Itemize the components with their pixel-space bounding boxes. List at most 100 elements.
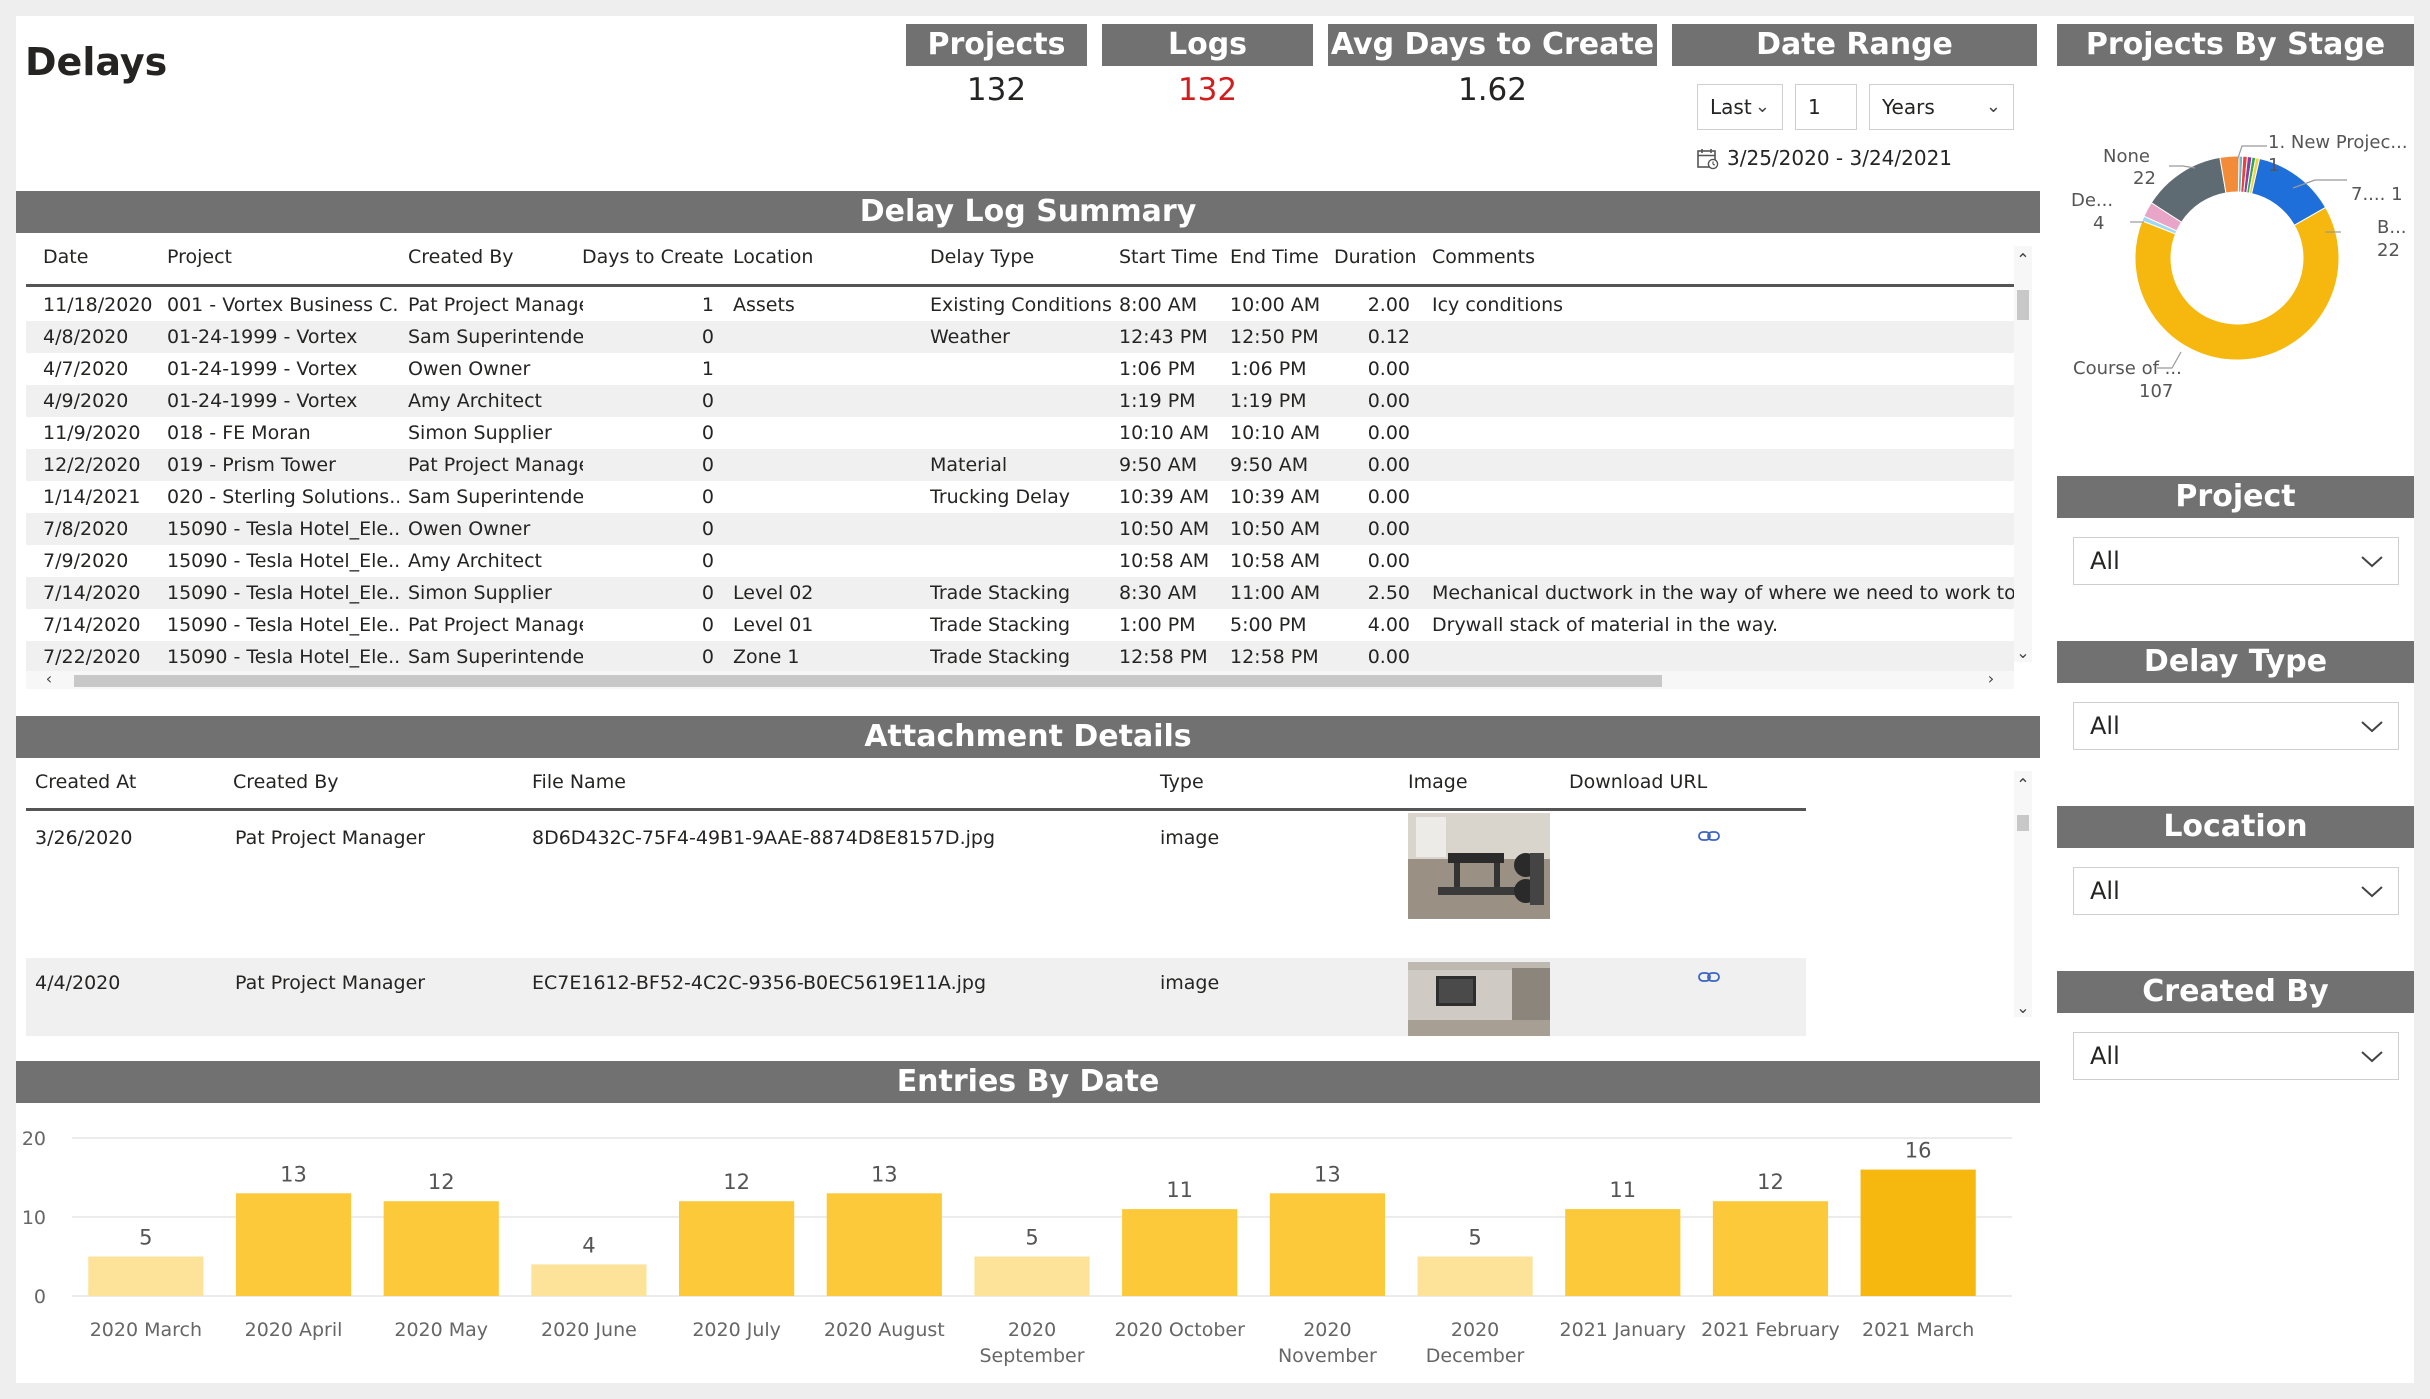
- col-created-at[interactable]: Created At: [35, 771, 136, 793]
- date-range-count-input[interactable]: 1: [1795, 84, 1857, 130]
- scroll-thumb[interactable]: [74, 675, 1662, 687]
- cell-comments: [1432, 641, 2014, 671]
- projects-by-stage-donut[interactable]: 1. New Projec... 1 7.... 1 B... 22 Cours…: [2057, 128, 2417, 418]
- scroll-thumb[interactable]: [2017, 290, 2029, 320]
- bar[interactable]: [383, 1201, 499, 1296]
- room-window-photo[interactable]: [1408, 962, 1550, 1036]
- table-row[interactable]: 7/22/2020 15090 - Tesla Hotel_Ele... Sam S…: [26, 641, 2014, 671]
- bar[interactable]: [531, 1264, 647, 1296]
- cell-duration: 0.00: [1367, 550, 1410, 572]
- created-by-slicer-dropdown[interactable]: All: [2073, 1032, 2399, 1080]
- table-row[interactable]: 12/2/2020 019 - Prism Tower Pat Project Ma…: [26, 449, 2014, 481]
- header-divider: [26, 284, 2014, 287]
- chevron-down-icon: ⌄: [1985, 96, 2001, 117]
- project-slicer-dropdown[interactable]: All: [2073, 537, 2399, 585]
- table-row[interactable]: 7/14/2020 15090 - Tesla Hotel_Ele... Simon…: [26, 577, 2014, 609]
- scroll-down-icon[interactable]: ⌄: [2014, 643, 2032, 662]
- donut-value-b: 22: [2377, 240, 2400, 261]
- bar-data-label: 12: [428, 1170, 455, 1194]
- bar[interactable]: [1712, 1201, 1829, 1296]
- attachments-vertical-scrollbar[interactable]: ⌃ ⌄: [2014, 771, 2032, 1017]
- scroll-up-icon[interactable]: ⌃: [2014, 250, 2032, 269]
- delay-type-slicer-dropdown[interactable]: All: [2073, 702, 2399, 750]
- table-row[interactable]: 7/8/2020 15090 - Tesla Hotel_Ele... Owen O…: [26, 513, 2014, 545]
- bar[interactable]: [1417, 1256, 1533, 1297]
- date-range-unit-dropdown[interactable]: Years ⌄: [1869, 84, 2014, 130]
- gym-room-photo[interactable]: [1408, 813, 1550, 919]
- location-slicer-dropdown[interactable]: All: [2073, 867, 2399, 915]
- col-end-time[interactable]: End Time: [1230, 246, 1319, 268]
- x-tick-label: 2020 November: [1278, 1319, 1377, 1367]
- bar[interactable]: [1860, 1169, 1976, 1296]
- bar[interactable]: [1269, 1193, 1385, 1296]
- scroll-right-icon[interactable]: ›: [1982, 669, 2000, 688]
- kpi-avg-days-value: 1.62: [1457, 72, 1528, 108]
- col-start-time[interactable]: Start Time: [1119, 246, 1218, 268]
- col-type[interactable]: Type: [1160, 771, 1204, 793]
- cell-delay-type: Material: [930, 454, 1008, 476]
- col-duration[interactable]: Duration: [1334, 246, 1417, 268]
- table-row[interactable]: 4/9/2020 01-24-1999 - Vortex Amy Architect…: [26, 385, 2014, 417]
- bar[interactable]: [235, 1193, 352, 1296]
- cell-days: 0: [701, 390, 714, 412]
- col-download-url[interactable]: Download URL: [1569, 771, 1707, 793]
- bar[interactable]: [679, 1201, 795, 1296]
- delay-log-horizontal-scrollbar[interactable]: ‹ ›: [26, 669, 2014, 689]
- scroll-up-icon[interactable]: ⌃: [2014, 775, 2032, 794]
- attachment-row[interactable]: 3/26/2020 Pat Project Manager 8D6D432C-7…: [26, 813, 1806, 958]
- cell-delay-type: Existing Conditions: [930, 294, 1112, 316]
- col-att-created-by[interactable]: Created By: [233, 771, 339, 793]
- col-file-name[interactable]: File Name: [532, 771, 626, 793]
- cell-delay-type: [930, 545, 1116, 577]
- delay-log-table[interactable]: 11/18/2020 001 - Vortex Business C... Pat …: [26, 289, 2014, 671]
- table-row[interactable]: 7/14/2020 15090 - Tesla Hotel_Ele... Pat P…: [26, 609, 2014, 641]
- cell-project: 15090 - Tesla Hotel_Ele...: [167, 614, 399, 636]
- entries-by-date-header: Entries By Date: [16, 1061, 2040, 1103]
- att-type: image: [1160, 827, 1220, 849]
- col-project[interactable]: Project: [167, 246, 232, 268]
- table-row[interactable]: 11/9/2020 018 - FE Moran Simon Supplier 0 10…: [26, 417, 2014, 449]
- att-file-name: 8D6D432C-75F4-49B1-9AAE-8874D8E8157D.jpg: [532, 827, 996, 849]
- scroll-left-icon[interactable]: ‹: [40, 669, 58, 688]
- cell-location: [733, 513, 923, 545]
- entries-by-date-chart[interactable]: 0 10 20 5 2020 March 13 2020 April 12 2020 May 4 2…: [16, 1110, 2016, 1370]
- col-delay-type[interactable]: Delay Type: [930, 246, 1034, 268]
- cell-duration: 0.00: [1367, 390, 1410, 412]
- table-row[interactable]: 7/9/2020 15090 - Tesla Hotel_Ele... Amy Ar…: [26, 545, 2014, 577]
- bar[interactable]: [826, 1193, 942, 1296]
- col-days-to-create[interactable]: Days to Create: [582, 246, 724, 268]
- table-row[interactable]: 4/7/2020 01-24-1999 - Vortex Owen Owner 1 1:…: [26, 353, 2014, 385]
- table-row[interactable]: 1/14/2021 020 - Sterling Solutions... Sam …: [26, 481, 2014, 513]
- col-date[interactable]: Date: [43, 246, 88, 268]
- table-row[interactable]: 11/18/2020 001 - Vortex Business C... Pat …: [26, 289, 2014, 321]
- created-by-slicer-header: Created By: [2057, 971, 2414, 1013]
- calendar-icon[interactable]: [1697, 148, 1719, 170]
- att-created-at: 4/4/2020: [35, 972, 121, 994]
- scroll-down-icon[interactable]: ⌄: [2014, 998, 2032, 1017]
- col-comments[interactable]: Comments: [1432, 246, 1535, 268]
- bar[interactable]: [1565, 1209, 1681, 1296]
- bar-data-label: 5: [1025, 1226, 1038, 1250]
- bar[interactable]: [974, 1256, 1090, 1297]
- cell-days: 0: [701, 582, 714, 604]
- scroll-thumb[interactable]: [2017, 815, 2029, 831]
- bar[interactable]: [1122, 1209, 1238, 1296]
- cell-delay-type: [930, 417, 1116, 449]
- cell-start: 10:50 AM: [1119, 518, 1210, 540]
- cell-comments: [1432, 545, 2014, 577]
- cell-date: 11/9/2020: [43, 422, 141, 444]
- delay-log-vertical-scrollbar[interactable]: ⌃ ⌄: [2014, 246, 2032, 662]
- header-divider: [26, 808, 1806, 811]
- link-icon[interactable]: [1698, 829, 1720, 843]
- link-icon[interactable]: [1698, 970, 1720, 984]
- col-location[interactable]: Location: [733, 246, 813, 268]
- cell-created-by: Pat Project Manager: [408, 614, 583, 636]
- attachment-row[interactable]: 4/4/2020 Pat Project Manager EC7E1612-BF…: [26, 958, 1806, 1036]
- col-created-by[interactable]: Created By: [408, 246, 514, 268]
- date-range-relative-dropdown[interactable]: Last ⌄: [1697, 84, 1783, 130]
- table-row[interactable]: 4/8/2020 01-24-1999 - Vortex Sam Superinte…: [26, 321, 2014, 353]
- col-image[interactable]: Image: [1408, 771, 1468, 793]
- cell-date: 4/7/2020: [43, 358, 129, 380]
- cell-location: Level 01: [733, 614, 814, 636]
- bar[interactable]: [88, 1256, 204, 1297]
